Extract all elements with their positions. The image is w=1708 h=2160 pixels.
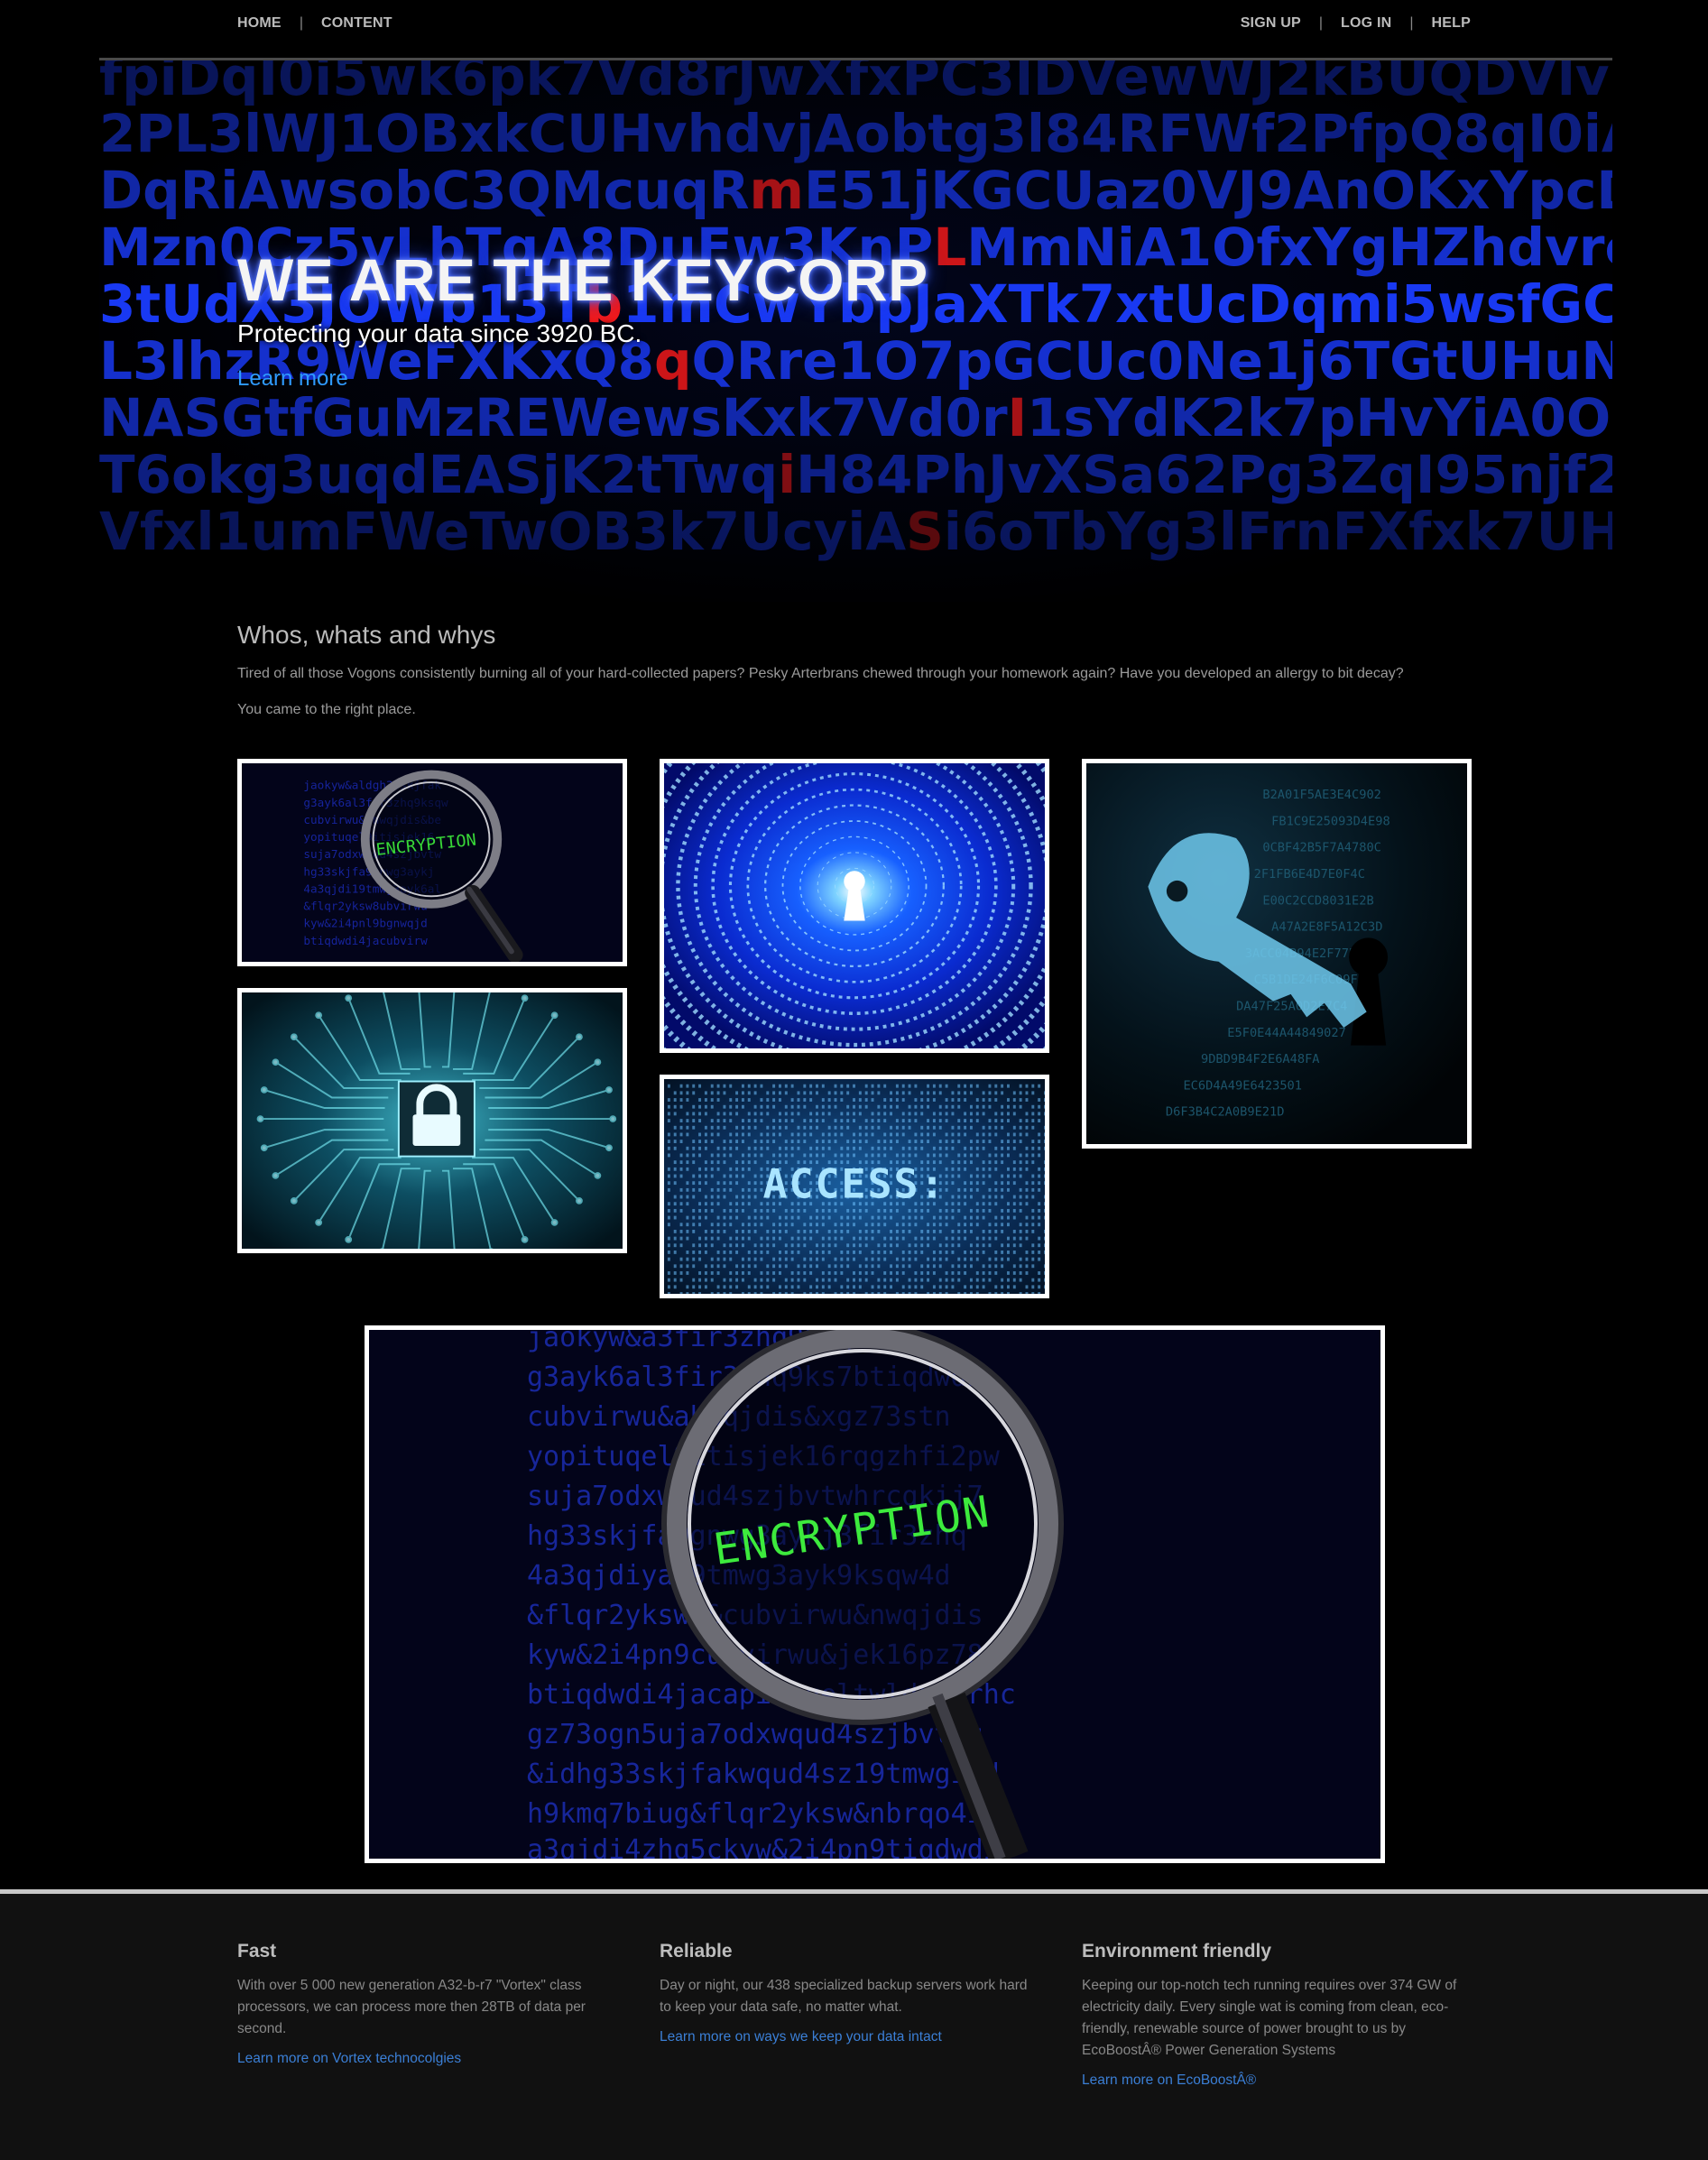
- nav-separator: |: [1409, 15, 1414, 31]
- nav-help-link[interactable]: HELP: [1432, 15, 1471, 32]
- intro-paragraph: Tired of all those Vogons consistently b…: [237, 666, 1404, 681]
- padlock-icon: [242, 992, 623, 1249]
- hero-code-row: fpiDqI0i5wk6pk7Vd8rJwXfxPC3lDVewWJ2kBUQD…: [99, 60, 1612, 107]
- nav-signup-link[interactable]: SIGN UP: [1241, 15, 1301, 32]
- footer-column-title: Environment friendly: [1082, 1941, 1272, 1962]
- svg-text:EC6D4A49E6423501: EC6D4A49E6423501: [1183, 1078, 1302, 1093]
- hero-code-row: Vfxl1umFWeTwOB3k7UcyiASi6oTbYg3lFrnFXfxk…: [99, 501, 1612, 562]
- svg-text:a3qjdi4zhq5ckyw&2i4pn9tiqdwdi: a3qjdi4zhq5ckyw&2i4pn9tiqdwdi: [527, 1834, 1000, 1859]
- keyhole-icon: [664, 763, 1045, 1048]
- key-icon: B2A01F5AE3E4C902 FB1C9E25093D4E98 0CBF42…: [1086, 763, 1467, 1144]
- svg-text:2F1FB6E4D7E0F4C: 2F1FB6E4D7E0F4C: [1254, 867, 1365, 882]
- footer-column-text: With over 5 000 new generation A32-b-r7 …: [237, 1978, 586, 2036]
- nav-home-link[interactable]: HOME: [237, 15, 282, 32]
- footer-column-link[interactable]: Learn more on Vortex technocolgies: [237, 2051, 461, 2067]
- footer-column-fast: Fast With over 5 000 new generation A32-…: [237, 1941, 634, 2067]
- svg-text:kyw&2i4pnl9bgnwqjd: kyw&2i4pnl9bgnwqjd: [303, 917, 427, 930]
- magnifier-icon: jaokyw&aldgh33skjfak g3ayk6al3fir3zhq9ks…: [242, 763, 623, 962]
- footer-column-link[interactable]: Learn more on ways we keep your data int…: [660, 2029, 942, 2045]
- nav-separator: |: [299, 15, 303, 31]
- svg-text:&idhg33skjfakwqud4sz19tmwgipd: &idhg33skjfakwqud4sz19tmwgipd: [527, 1758, 1000, 1790]
- hero-title: WE ARE THE KEYCORP: [237, 246, 928, 313]
- svg-text:B2A01F5AE3E4C902: B2A01F5AE3E4C902: [1262, 788, 1381, 802]
- magnifier-icon: jaokyw&a3fir3zhq9ksqw&bt g3ayk6al3fir3zh…: [369, 1330, 1380, 1859]
- svg-text:h9kmq7biug&flqr2yksw&nbrqo4iw: h9kmq7biug&flqr2yksw&nbrqo4iw: [527, 1798, 1001, 1830]
- footer-column-reliable: Reliable Day or night, our 438 specializ…: [660, 1941, 1039, 2045]
- hero-code-row: 2PL3lWJ1OBxkCUHvhdvjAobtg3l84RFWf2PfpQ8q…: [99, 103, 1612, 164]
- magnifier-encryption-large-image[interactable]: jaokyw&a3fir3zhq9ksqw&bt g3ayk6al3fir3zh…: [365, 1325, 1385, 1863]
- hero-code-row: DqRiAwsobC3QMcuqRmE51jKGCUaz0VJ9AnOKxYpc…: [99, 160, 1612, 221]
- nav-right: SIGN UP | LOG IN | HELP: [1241, 15, 1471, 32]
- footer-column-text: Day or night, our 438 specialized backup…: [660, 1978, 1028, 2015]
- image-caption: ACCESS:: [762, 1161, 946, 1208]
- footer-column-text: Keeping our top-notch tech running requi…: [1082, 1978, 1457, 2058]
- access-code-image[interactable]: ACCESS:: [660, 1075, 1049, 1298]
- nav-left: HOME | CONTENT: [237, 15, 392, 32]
- intro-paragraph: You came to the right place.: [237, 702, 416, 717]
- nav-content-link[interactable]: CONTENT: [321, 15, 392, 32]
- nav-separator: |: [1318, 15, 1324, 31]
- access-icon: ACCESS:: [664, 1079, 1045, 1294]
- svg-text:btiqdwdi4jacubvirw: btiqdwdi4jacubvirw: [303, 934, 428, 947]
- footer: Fast With over 5 000 new generation A32-…: [0, 1894, 1708, 2160]
- svg-text:E5F0E44A44849027: E5F0E44A44849027: [1227, 1026, 1346, 1040]
- svg-text:E00C2CCD8031E2B: E00C2CCD8031E2B: [1262, 893, 1373, 908]
- footer-column-environment: Environment friendly Keeping our top-not…: [1082, 1941, 1479, 2089]
- intro-heading: Whos, whats and whys: [237, 621, 496, 649]
- svg-text:FB1C9E25093D4E98: FB1C9E25093D4E98: [1271, 814, 1390, 828]
- footer-column-link[interactable]: Learn more on EcoBoostÂ®: [1082, 2072, 1256, 2089]
- hero-subtitle: Protecting your data since 3920 BC.: [237, 319, 642, 347]
- hero-banner: fpiDqI0i5wk6pk7Vd8rJwXfxPC3lDVewWJ2kBUQD…: [99, 60, 1612, 602]
- hero-learn-more-link[interactable]: Learn more: [237, 366, 348, 392]
- intro-section: Whos, whats and whys Tired of all those …: [237, 621, 1473, 722]
- circuit-padlock-image[interactable]: [237, 988, 627, 1253]
- hero-code-row: NASGtfGuMzREWewsKxk7Vd0rI1sYdK2k7pHvYiA0…: [99, 387, 1612, 448]
- svg-text:A47A2E8F5A12C3D: A47A2E8F5A12C3D: [1271, 920, 1382, 935]
- hero-code-row: T6okg3uqdEASjK2tTwqiH84PhJvXSa62Pg3ZqI95…: [99, 444, 1612, 505]
- hero-text: WE ARE THE KEYCORP Protecting your data …: [237, 245, 928, 392]
- digital-key-image[interactable]: B2A01F5AE3E4C902 FB1C9E25093D4E98 0CBF42…: [1082, 759, 1472, 1149]
- binary-keyhole-tunnel-image[interactable]: [660, 759, 1049, 1053]
- svg-text:9DBD9B4F2E6A48FA: 9DBD9B4F2E6A48FA: [1201, 1052, 1320, 1066]
- svg-text:0CBF42B5F7A4780C: 0CBF42B5F7A4780C: [1262, 841, 1381, 855]
- footer-column-title: Fast: [237, 1941, 277, 1962]
- svg-text:gz73ogn5uja7odxwqud4szjbvtwg: gz73ogn5uja7odxwqud4szjbvtwg: [527, 1719, 983, 1750]
- footer-column-title: Reliable: [660, 1941, 733, 1962]
- svg-text:D6F3B4C2A0B9E21D: D6F3B4C2A0B9E21D: [1166, 1105, 1285, 1120]
- magnifier-encryption-image[interactable]: jaokyw&aldgh33skjfak g3ayk6al3fir3zhq9ks…: [237, 759, 627, 966]
- nav-login-link[interactable]: LOG IN: [1341, 15, 1391, 32]
- top-nav: HOME | CONTENT SIGN UP | LOG IN | HELP: [237, 0, 1471, 47]
